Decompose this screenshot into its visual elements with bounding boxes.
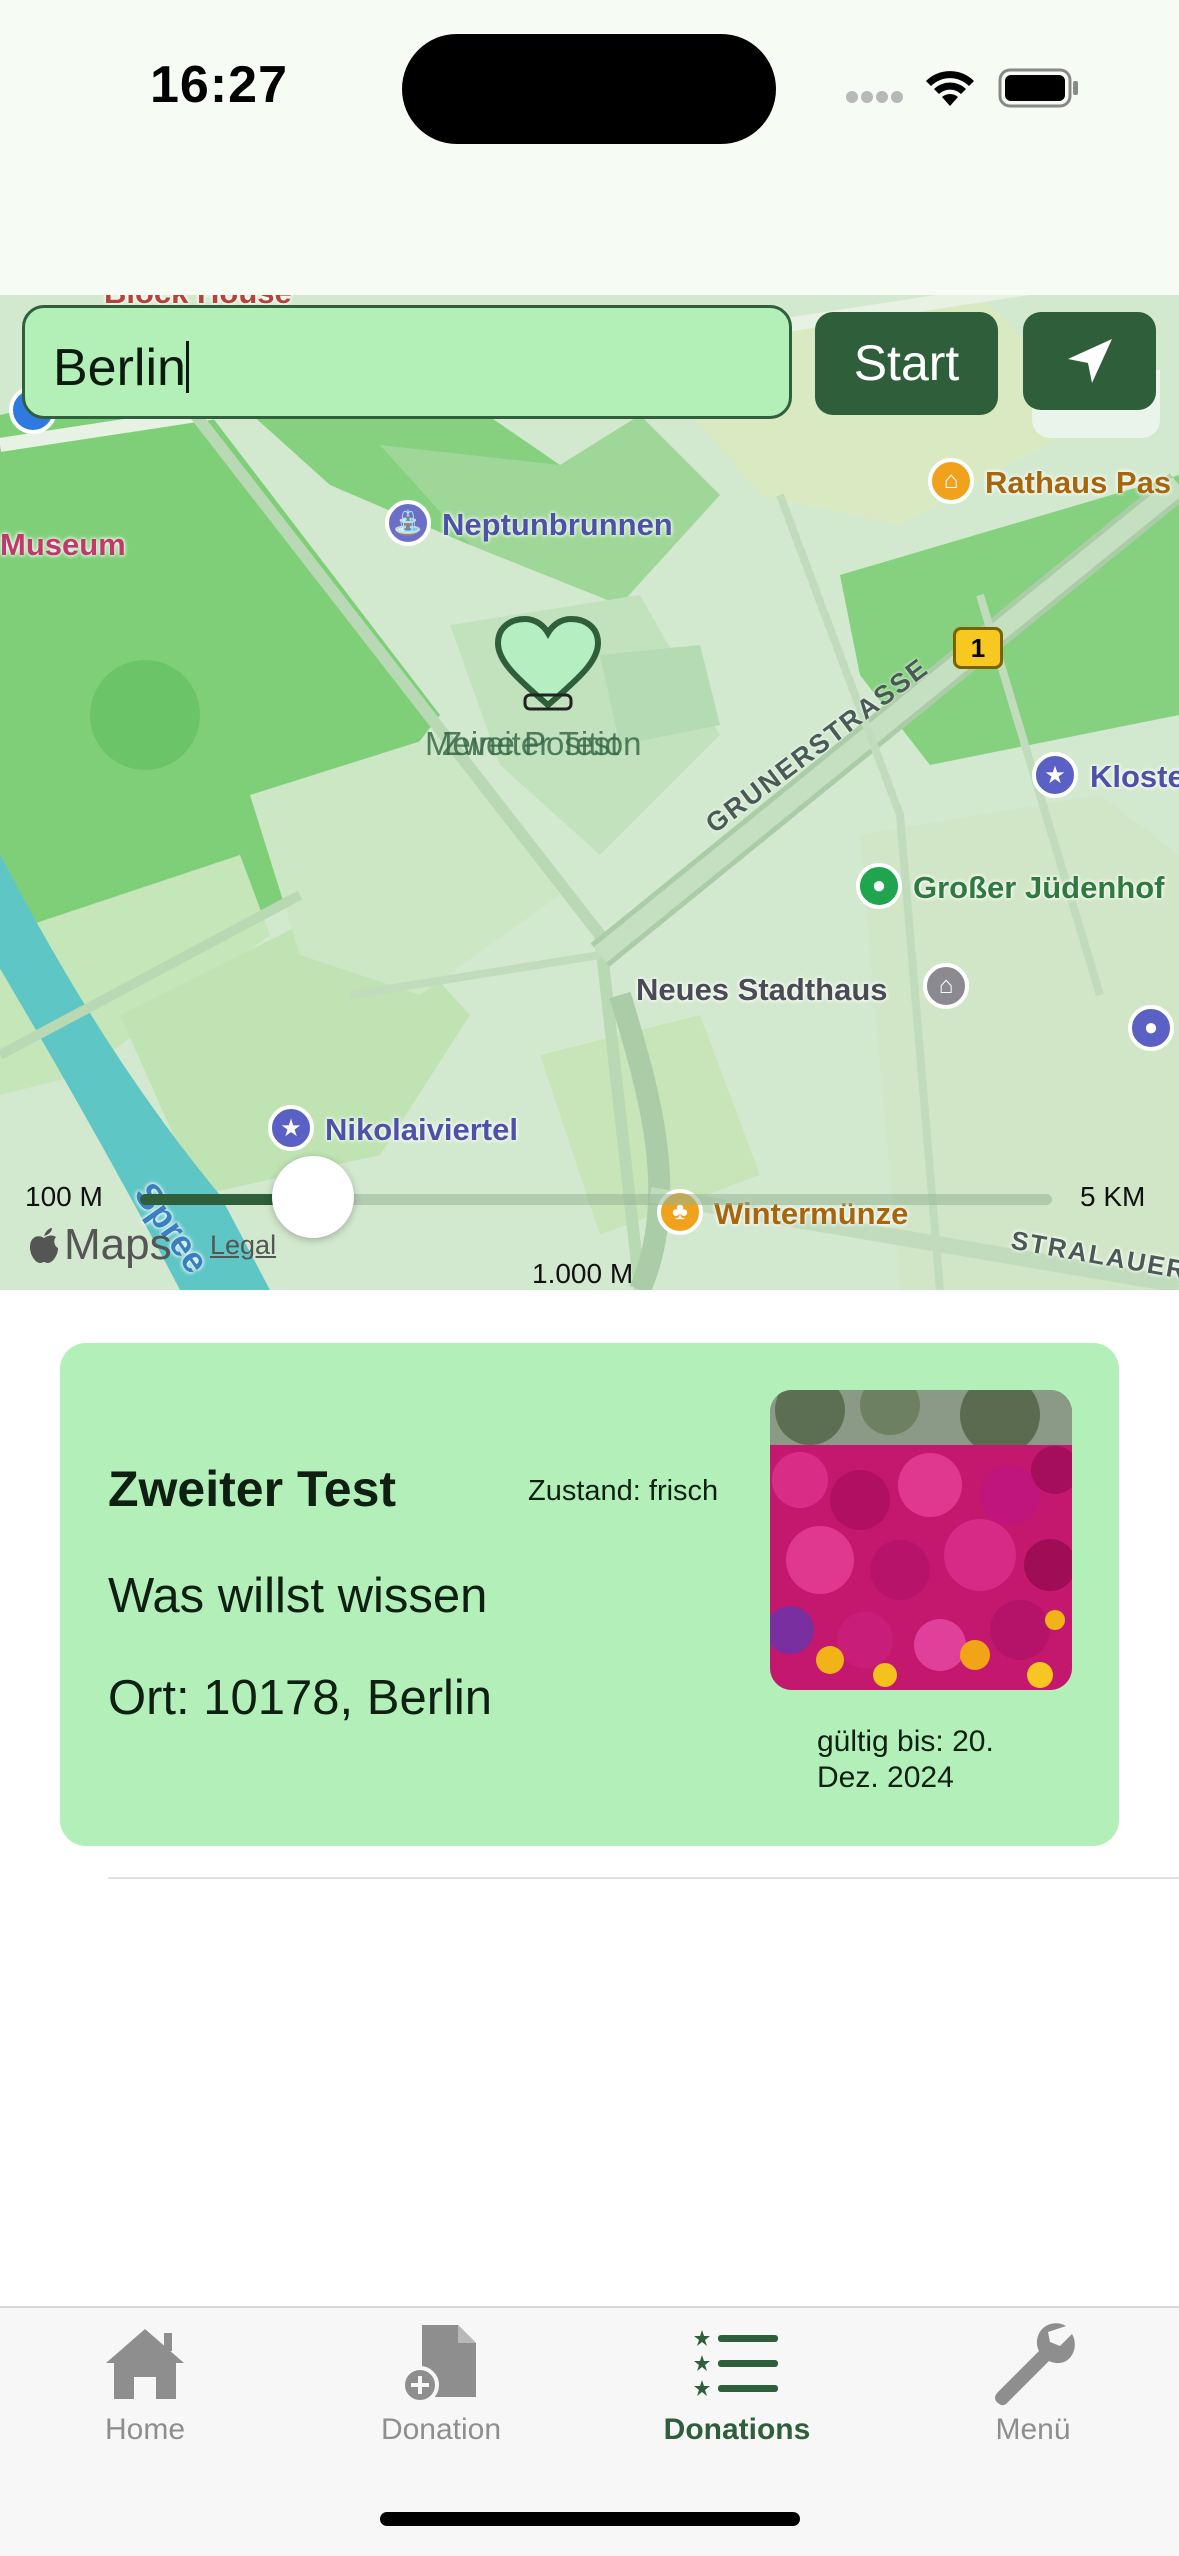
map-label-neues-stadthaus: Neues Stadthaus — [636, 972, 888, 1007]
radius-slider-thumb[interactable] — [272, 1156, 355, 1238]
list-icon — [694, 2329, 778, 2396]
tab-menu-label: Menü — [995, 2413, 1071, 2446]
map-view[interactable]: Block House Museum ⛲ Neptunbrunnen ⌂ Rat… — [0, 295, 1179, 1290]
map-label-nikolaiviertel: Nikolaiviertel — [325, 1112, 518, 1147]
map-label-museum: Museum — [0, 527, 126, 562]
marker-label-donation: Zweiter Test — [442, 725, 620, 762]
flowers-photo — [770, 1390, 1072, 1690]
map-background — [0, 295, 1179, 1290]
townhall-icon: ⌂ — [923, 963, 969, 1009]
dynamic-island — [402, 34, 776, 144]
cellular-signal-icon — [846, 91, 903, 103]
donation-valid-until: gültig bis: 20. Dez. 2024 — [817, 1725, 994, 1794]
donation-title: Zweiter Test — [108, 1461, 397, 1517]
map-label-kloster: Kloste — [1090, 759, 1179, 794]
document-add-icon — [401, 2324, 476, 2403]
shopping-icon: ⌂ — [928, 458, 974, 504]
route-badge: 1 — [953, 627, 1003, 669]
text-cursor — [185, 341, 189, 393]
tab-home-label: Home — [104, 2413, 186, 2446]
list-divider — [108, 1877, 1179, 1879]
wrench-icon — [995, 2322, 1075, 2405]
tab-home[interactable]: Home — [20, 2320, 270, 2460]
landmark-icon: ● — [1128, 1005, 1174, 1051]
start-button[interactable]: Start — [815, 312, 998, 415]
maps-brand-label: Maps — [64, 1220, 172, 1269]
heart-marker-icon[interactable] — [493, 615, 603, 715]
slider-min-label: 100 M — [25, 1181, 103, 1212]
donation-description: Was willst wissen — [108, 1569, 488, 1623]
map-label-rathaus: Rathaus Pas — [985, 465, 1172, 500]
map-label-neptunbrunnen: Neptunbrunnen — [442, 507, 673, 542]
search-input[interactable]: Berlin — [22, 305, 792, 419]
legal-link[interactable]: Legal — [210, 1230, 276, 1261]
locate-button[interactable] — [1023, 312, 1156, 410]
landmark-star-icon: ★ — [268, 1105, 314, 1151]
apple-logo-icon — [30, 1228, 58, 1263]
landmark-star-icon: ★ — [1032, 752, 1078, 798]
donation-place: Ort: 10178, Berlin — [108, 1671, 493, 1725]
status-time: 16:27 — [150, 56, 288, 114]
home-indicator — [380, 2512, 800, 2526]
donation-image[interactable] — [770, 1390, 1072, 1690]
house-icon — [106, 2328, 184, 2399]
tab-donations-label: Donations — [663, 2413, 811, 2446]
status-bar: 16:27 — [0, 0, 1179, 295]
wifi-icon — [926, 71, 974, 106]
tab-donation[interactable]: Donation — [316, 2320, 566, 2460]
tab-donation-label: Donation — [380, 2413, 502, 2446]
location-arrow-icon — [1067, 339, 1112, 383]
battery-icon — [998, 68, 1078, 108]
tab-donations[interactable]: Donations — [612, 2320, 862, 2460]
maps-attribution: Maps — [28, 1220, 172, 1270]
slider-current-label: 1.000 M — [532, 1258, 634, 1289]
slider-max-label: 5 KM — [1080, 1181, 1146, 1212]
park-icon: ● — [856, 863, 902, 909]
search-input-value: Berlin — [53, 339, 186, 397]
map-label-grosser-juedenhof: Großer Jüdenhof — [913, 870, 1165, 905]
tab-menu[interactable]: Menü — [908, 2320, 1158, 2460]
fountain-icon: ⛲ — [385, 500, 431, 546]
donation-state: Zustand: frisch — [528, 1475, 719, 1507]
